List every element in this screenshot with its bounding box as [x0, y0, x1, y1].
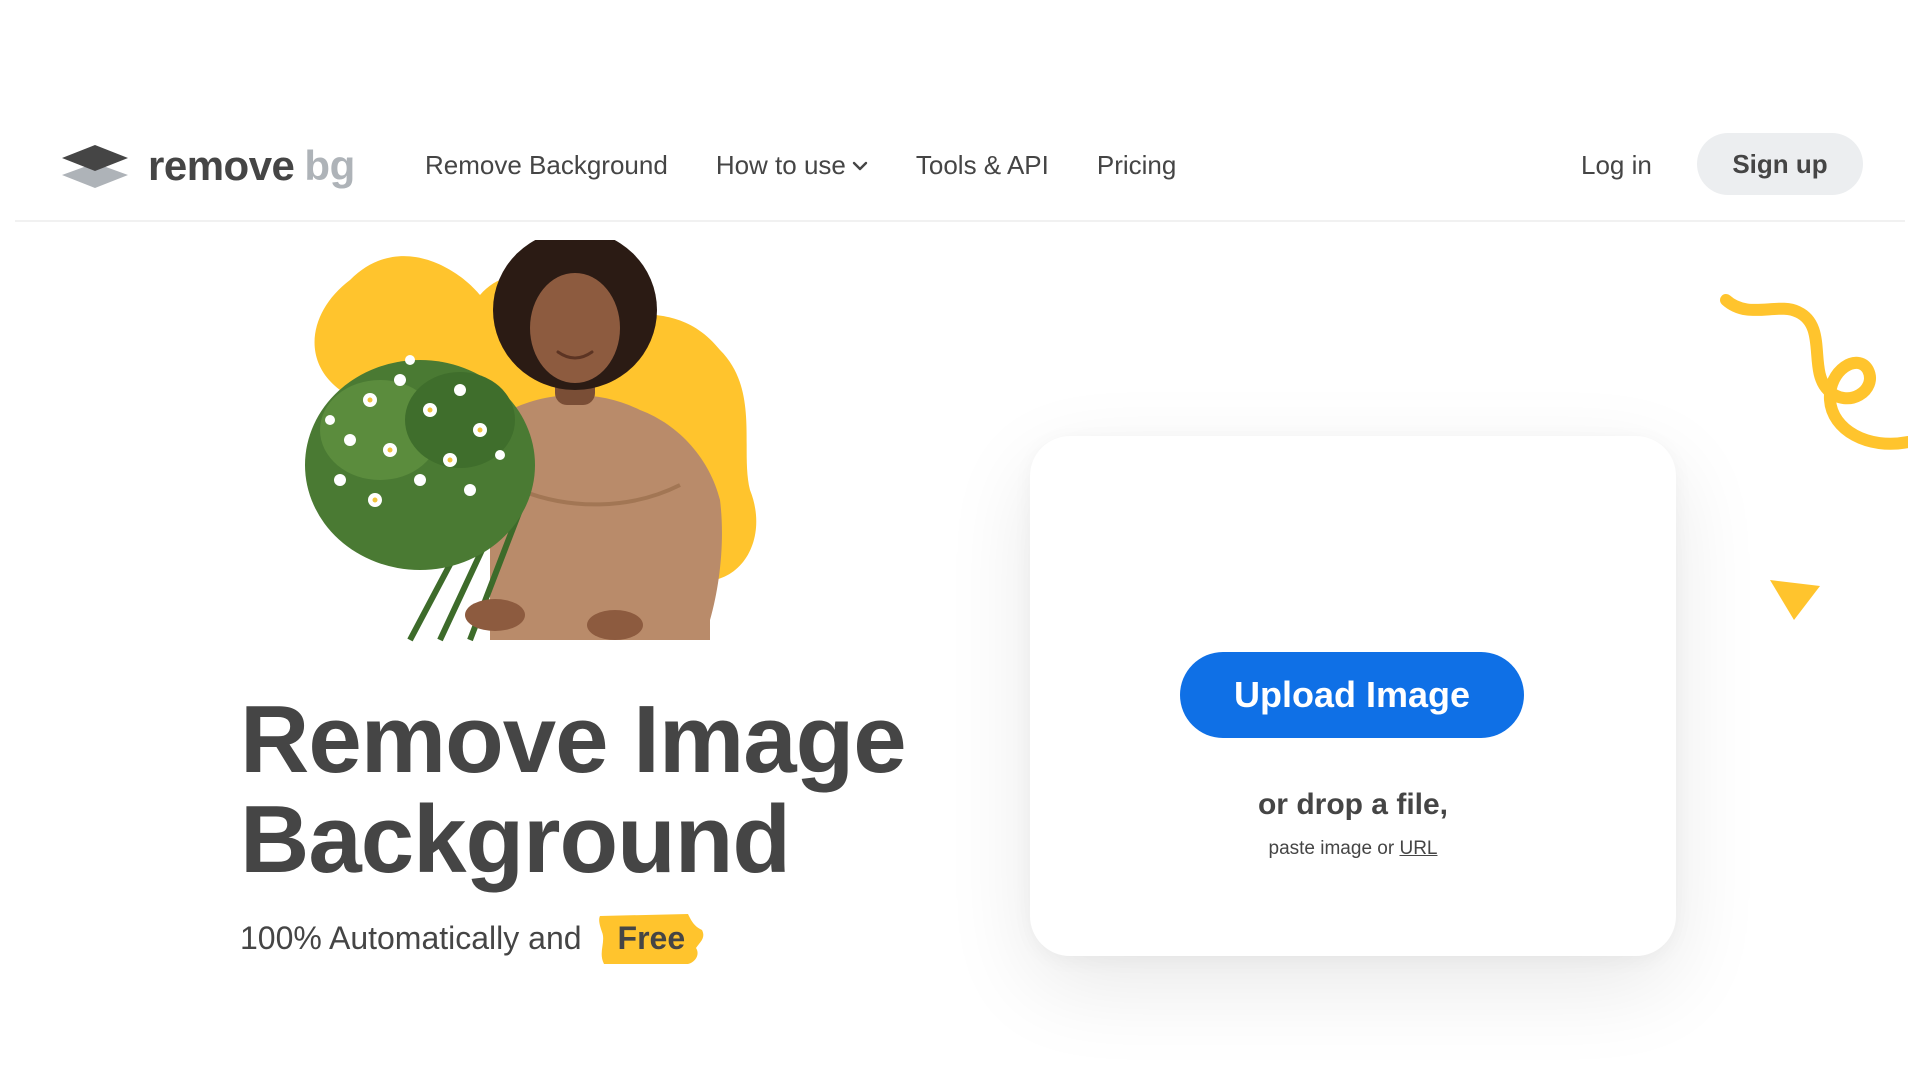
- upload-card[interactable]: Upload Image or drop a file, paste image…: [1030, 436, 1676, 956]
- drop-file-text: or drop a file,: [1257, 788, 1449, 821]
- woman-face-shape: [530, 273, 620, 383]
- nav-remove-background[interactable]: Remove Background: [425, 150, 668, 181]
- free-badge-label: Free: [617, 919, 686, 956]
- hero-title: Remove Image Background: [240, 686, 907, 893]
- logo[interactable]: remove bg: [62, 138, 355, 194]
- hero-title-line1: Remove Image: [240, 686, 907, 793]
- paste-hint: paste image or URL: [1030, 838, 1676, 860]
- url-link[interactable]: URL: [1399, 838, 1437, 859]
- hero-image: [305, 240, 757, 642]
- logo-text: remove bg: [148, 145, 355, 187]
- squiggle-decoration: [1720, 294, 1908, 450]
- login-link[interactable]: Log in: [1581, 150, 1652, 181]
- logo-layers-icon: [62, 145, 128, 188]
- site-header: remove bg Remove Background How to use To…: [15, 110, 1905, 222]
- hero-subtitle: 100% Automatically and Free: [240, 912, 707, 964]
- free-badge: Free: [596, 912, 708, 964]
- main-nav: Remove Background How to use Tools & API…: [425, 150, 1224, 181]
- nav-how-to-use[interactable]: How to use: [716, 150, 868, 181]
- logo-suffix: bg: [304, 142, 355, 189]
- paste-hint-text: paste image or: [1268, 838, 1395, 859]
- page: remove bg Remove Background How to use To…: [0, 0, 1920, 1080]
- logo-word: remove: [148, 142, 295, 189]
- nav-tools-api[interactable]: Tools & API: [916, 150, 1049, 181]
- nav-pricing[interactable]: Pricing: [1097, 150, 1176, 181]
- nav-how-to-use-label: How to use: [715, 150, 846, 180]
- nav-pricing-label: Pricing: [1096, 150, 1177, 180]
- nav-tools-api-label: Tools & API: [915, 150, 1049, 180]
- chevron-down-icon: [852, 161, 868, 170]
- triangle-decoration: [1770, 580, 1820, 620]
- nav-remove-background-label: Remove Background: [425, 150, 668, 180]
- hero-subtitle-text: 100% Automatically and: [240, 919, 582, 956]
- upload-image-button[interactable]: Upload Image: [1180, 652, 1524, 738]
- hero-title-line2: Background: [240, 786, 791, 893]
- signup-button[interactable]: Sign up: [1697, 133, 1863, 195]
